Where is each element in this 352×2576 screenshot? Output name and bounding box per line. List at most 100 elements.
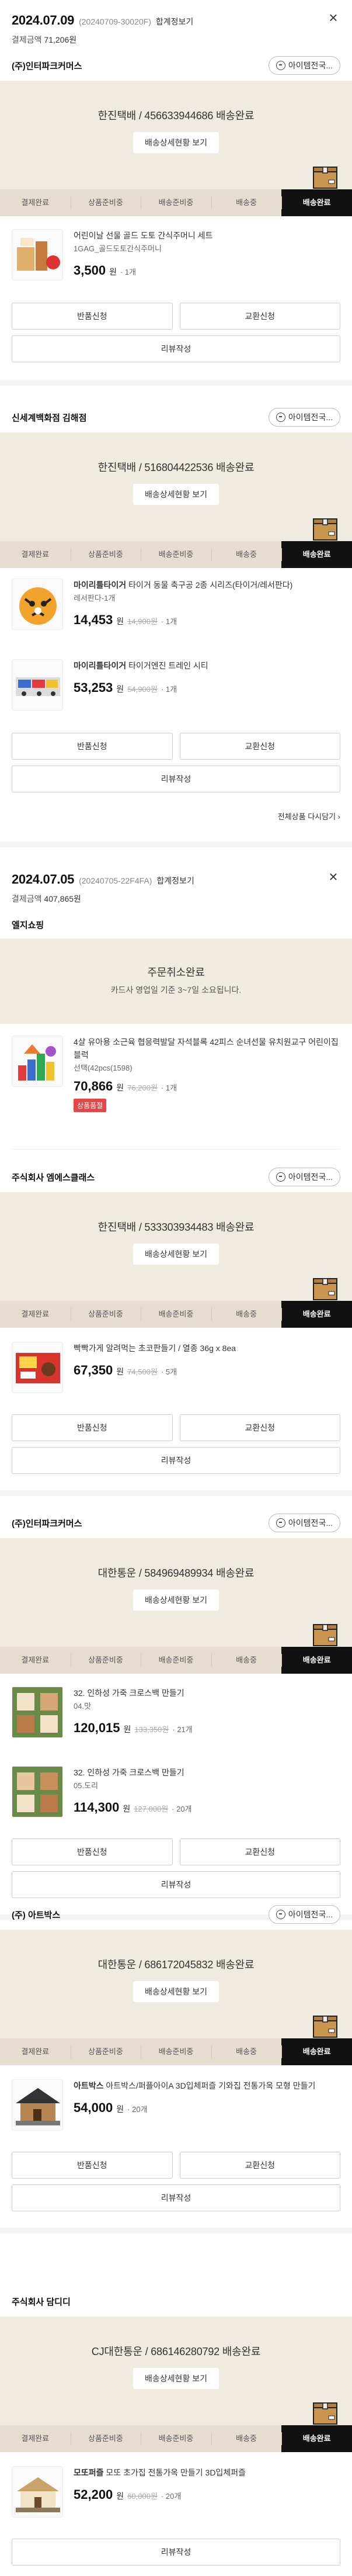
close-icon[interactable]: × bbox=[325, 868, 341, 885]
delivery-steps: 결제완료 상품준비중 배송준비중 배송중 배송완료 bbox=[0, 2038, 352, 2065]
product-price: 120,015 bbox=[74, 1720, 120, 1735]
return-button[interactable]: 반품신청 bbox=[12, 1414, 173, 1441]
currency-label: 원 bbox=[116, 1367, 124, 1376]
order-number: (20240709-30020F) bbox=[79, 17, 151, 26]
sold-out-badge: 상품품절 bbox=[74, 1099, 107, 1112]
product-title: 모또퍼즐 모또 초가집 전통가옥 만들기 3D입체퍼즐 bbox=[74, 2466, 340, 2479]
product-price: 70,866 bbox=[74, 1079, 113, 1093]
step-delivered: 배송완료 bbox=[281, 1647, 352, 1674]
return-button[interactable]: 반품신청 bbox=[12, 303, 173, 330]
step-shipping: 배송중 bbox=[211, 1647, 282, 1674]
payment-label: 결제금액 bbox=[12, 35, 42, 44]
step-preparing: 상품준비중 bbox=[70, 189, 141, 216]
review-button[interactable]: 리뷰작성 bbox=[12, 2539, 340, 2565]
step-preparing: 상품준비중 bbox=[70, 1647, 141, 1674]
seller-inquiry-button[interactable]: 아이템전국... bbox=[268, 56, 340, 75]
order-item[interactable]: 32. 인하성 가죽 크로스백 만들기 05.도리 114,300 원 127,… bbox=[0, 1766, 352, 1817]
order-item[interactable]: 마이리틀타이거 타이거엔진 트레인 시티 53,253 원 54,900원 · … bbox=[0, 659, 352, 711]
product-title: 아트박스 아트박스/퍼플아이A 3D입체퍼즐 기와집 전통가옥 모형 만들기 bbox=[74, 2079, 340, 2092]
product-quantity: · 5개 bbox=[161, 1367, 177, 1376]
order-detail-link[interactable]: 합계정보기 bbox=[156, 875, 194, 887]
review-button[interactable]: 리뷰작성 bbox=[12, 766, 340, 792]
seller-name: (주) 아트박스 bbox=[12, 1910, 61, 1920]
seller-inquiry-label: 아이템전국... bbox=[288, 1172, 333, 1182]
step-delivered: 배송완료 bbox=[281, 2425, 352, 2452]
seller-inquiry-button[interactable]: 아이템전국... bbox=[268, 1168, 340, 1186]
chat-icon bbox=[276, 1518, 285, 1528]
product-title: 32. 인하성 가죽 크로스백 만들기 bbox=[74, 1688, 184, 1698]
seller-inquiry-label: 아이템전국... bbox=[288, 413, 333, 422]
delivery-status-text: 한진택배 / 456633944686 배송완료 bbox=[97, 110, 255, 122]
product-thumbnail bbox=[12, 1687, 63, 1738]
delivery-status-text: 대한통운 / 584969489934 배송완료 bbox=[97, 1567, 255, 1579]
product-brand: 마이리틀타이거 bbox=[74, 580, 127, 590]
seller-inquiry-button[interactable]: 아이템전국... bbox=[268, 1905, 340, 1924]
seller-name: 주식회사 엠에스클래스 bbox=[12, 1172, 95, 1183]
order-item[interactable]: 4살 유아용 소근육 협응력발달 자석블록 42피스 순녀선물 유치원교구 어린… bbox=[0, 1036, 352, 1112]
product-quantity: · 1개 bbox=[161, 685, 177, 694]
chat-icon bbox=[276, 1910, 285, 1919]
order-item[interactable]: 빡빡가게 알려먹는 초코판들기 / 열종 36g x 8ea 67,350 원 … bbox=[0, 1342, 352, 1393]
seller-name: 신세계백화점 김해점 bbox=[12, 413, 87, 423]
delivery-status-panel: CJ대한통운 / 686146280792 배송완료 배송상세현황 보기 결제완… bbox=[0, 2317, 352, 2452]
product-thumbnail bbox=[12, 2079, 63, 2131]
exchange-button[interactable]: 교환신청 bbox=[179, 303, 340, 330]
product-quantity: · 21개 bbox=[172, 1725, 193, 1734]
exchange-button[interactable]: 교환신청 bbox=[179, 2152, 340, 2179]
product-quantity: · 20개 bbox=[127, 2105, 148, 2114]
tracking-detail-button[interactable]: 배송상세현황 보기 bbox=[133, 2368, 219, 2389]
order-item[interactable]: 어린이날 선물 골드 도토 간식주머니 세트 1GAG_골드도토간식주머니 3,… bbox=[0, 229, 352, 281]
exchange-button[interactable]: 교환신청 bbox=[179, 1838, 340, 1865]
delivery-box-icon bbox=[313, 1624, 337, 1646]
product-quantity: · 1개 bbox=[161, 617, 177, 626]
order-item[interactable]: 마이리틀타이거 타이거 동물 축구공 2종 시리즈(타이거/레서판다) 레서판다… bbox=[0, 579, 352, 630]
seller-block-7: 주식회사 담디디 bbox=[0, 2288, 352, 2314]
step-shipping: 배송중 bbox=[211, 2038, 282, 2065]
tracking-detail-button[interactable]: 배송상세현황 보기 bbox=[133, 1981, 219, 2002]
product-price: 114,300 bbox=[74, 1800, 120, 1815]
tracking-detail-button[interactable]: 배송상세현황 보기 bbox=[133, 1590, 219, 1611]
step-delivered: 배송완료 bbox=[281, 1301, 352, 1328]
exchange-button[interactable]: 교환신청 bbox=[179, 1414, 340, 1441]
delivery-status-text: 대한통운 / 686172045832 배송완료 bbox=[97, 1959, 255, 1971]
review-button[interactable]: 리뷰작성 bbox=[12, 1447, 340, 1474]
seller-inquiry-button[interactable]: 아이템전국... bbox=[268, 408, 340, 427]
order-history-page: 2024.07.09 (20240709-30020F) 합계정보기 × 결제금… bbox=[0, 0, 352, 2576]
product-price: 67,350 bbox=[74, 1363, 113, 1377]
step-paid: 결제완료 bbox=[21, 198, 50, 207]
cancel-status-subtext: 카드사 영업일 기준 3~7일 소요됩니다. bbox=[110, 985, 242, 995]
payment-amount: 407,865원 bbox=[44, 894, 81, 903]
review-button[interactable]: 리뷰작성 bbox=[12, 1871, 340, 1898]
seller-name: (주)인터파크커머스 bbox=[12, 61, 82, 71]
delivery-box-icon bbox=[313, 167, 337, 189]
order-item[interactable]: 32. 인하성 가죽 크로스백 만들기 04.맛 120,015 원 133,3… bbox=[0, 1687, 352, 1738]
return-button[interactable]: 반품신청 bbox=[12, 733, 173, 760]
delivery-box-icon bbox=[313, 2016, 337, 2038]
review-button[interactable]: 리뷰작성 bbox=[12, 2184, 340, 2211]
seller-inquiry-button[interactable]: 아이템전국... bbox=[268, 1514, 340, 1532]
return-button[interactable]: 반품신청 bbox=[12, 1838, 173, 1865]
product-thumbnail bbox=[12, 579, 63, 630]
product-option: 04.맛 bbox=[74, 1702, 92, 1711]
product-title: 어린이날 선물 골드 도토 간식주머니 세트 bbox=[74, 231, 213, 240]
tracking-detail-button[interactable]: 배송상세현황 보기 bbox=[133, 132, 219, 153]
order-item[interactable]: 모또퍼즐 모또 초가집 전통가옥 만들기 3D입체퍼즐 52,200 원 60,… bbox=[0, 2466, 352, 2518]
close-icon[interactable]: × bbox=[325, 9, 341, 26]
product-quantity: · 1개 bbox=[161, 1083, 177, 1092]
product-price: 54,000 bbox=[74, 2100, 113, 2115]
exchange-button[interactable]: 교환신청 bbox=[179, 733, 340, 760]
product-price: 52,200 bbox=[74, 2487, 113, 2502]
reorder-all-link[interactable]: 전체상품 다시담기 › bbox=[0, 805, 352, 829]
step-ready: 배송준비중 bbox=[141, 189, 211, 216]
order-detail-link[interactable]: 합계정보기 bbox=[156, 16, 193, 27]
order-date: 2024.07.05 bbox=[12, 872, 75, 887]
tracking-detail-button[interactable]: 배송상세현황 보기 bbox=[133, 484, 219, 505]
product-quantity: · 1개 bbox=[120, 268, 137, 276]
delivery-steps: 결제완료 상품준비중 배송준비중 배송중 배송완료 bbox=[0, 189, 352, 216]
order-item[interactable]: 아트박스 아트박스/퍼플아이A 3D입체퍼즐 기와집 전통가옥 모형 만들기 5… bbox=[0, 2079, 352, 2131]
product-option: 선택(42pcs(1598) bbox=[74, 1064, 133, 1072]
return-button[interactable]: 반품신청 bbox=[12, 2152, 173, 2179]
step-paid: 결제완료 bbox=[21, 2434, 50, 2443]
tracking-detail-button[interactable]: 배송상세현황 보기 bbox=[133, 1244, 219, 1265]
review-button[interactable]: 리뷰작성 bbox=[12, 335, 340, 362]
